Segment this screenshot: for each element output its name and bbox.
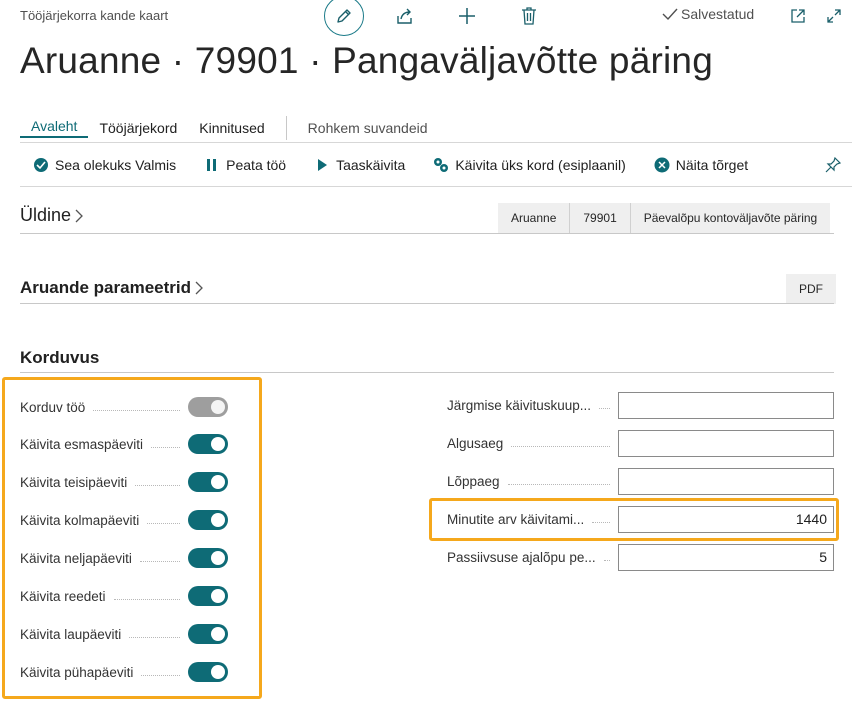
general-divider <box>20 233 834 234</box>
plus-icon <box>459 8 475 24</box>
open-new-window-button[interactable] <box>788 6 808 26</box>
action-bar: Sea olekuks Valmis Peata töö Taaskäivita… <box>32 156 775 174</box>
show-error-label: Näita tõrget <box>675 157 749 173</box>
checkmark-icon <box>662 8 678 21</box>
saved-status: Salvestatud <box>662 6 754 22</box>
run-once-label: Käivita üks kord (esiplaanil) <box>455 157 626 173</box>
recurrence-heading: Korduvus <box>20 348 100 367</box>
edit-button[interactable] <box>324 0 364 36</box>
run-once-action[interactable]: Käivita üks kord (esiplaanil) <box>432 156 626 174</box>
tab-divider-line <box>20 142 852 143</box>
tab-bar: Avaleht Tööjärjekord Kinnitused Rohkem s… <box>20 116 439 140</box>
run-once-icon <box>432 156 450 174</box>
expand-icon <box>827 9 841 23</box>
general-section-header[interactable]: Üldine <box>20 205 84 226</box>
error-icon <box>653 156 671 174</box>
inactivity-timeout-input[interactable]: 5 <box>618 544 834 571</box>
end-time-label: Lõppaeg <box>447 474 500 489</box>
next-run-date-row: Järgmise käivituskuup... <box>447 392 834 419</box>
recurrence-divider <box>20 372 834 373</box>
tab-more-options[interactable]: Rohkem suvandeid <box>297 120 439 136</box>
recurrence-section-header[interactable]: Korduvus <box>20 348 99 368</box>
summary-object-type: Aruanne <box>498 203 571 233</box>
next-run-date-label: Järgmise käivituskuup... <box>447 398 592 413</box>
general-summary: Aruanne 79901 Päevalõpu kontoväljavõte p… <box>498 203 831 233</box>
set-ready-action[interactable]: Sea olekuks Valmis <box>32 156 176 174</box>
minutes-field-highlight-box <box>429 498 839 541</box>
delete-button[interactable] <box>518 5 540 27</box>
breadcrumb: Tööjärjekorra kande kaart <box>20 8 169 23</box>
inactivity-timeout-label: Passiivsuse ajalõpu pe... <box>447 550 596 565</box>
restart-label: Taaskäivita <box>336 157 406 173</box>
saved-status-label: Salvestatud <box>681 6 755 22</box>
set-ready-icon <box>32 156 50 174</box>
action-divider-line <box>20 186 852 187</box>
summary-description: Päevalõpu kontoväljavõte päring <box>643 211 818 225</box>
trash-icon <box>522 7 536 25</box>
share-icon <box>397 8 412 24</box>
play-icon <box>313 156 331 174</box>
toggles-highlight-box <box>2 377 262 699</box>
report-params-summary: PDF <box>786 274 836 304</box>
end-time-input[interactable] <box>618 468 834 495</box>
inactivity-timeout-row: Passiivsuse ajalõpu pe... 5 <box>447 544 834 571</box>
leader-dots <box>599 408 610 409</box>
pause-label: Peata töö <box>226 157 287 173</box>
tab-divider <box>285 116 287 140</box>
pin-button[interactable] <box>823 155 843 175</box>
expand-button[interactable] <box>824 6 844 26</box>
summary-format: PDF <box>799 282 823 296</box>
start-time-input[interactable] <box>618 430 834 457</box>
end-time-row: Lõppaeg <box>447 468 834 495</box>
set-ready-label: Sea olekuks Valmis <box>55 157 177 173</box>
next-run-date-input[interactable] <box>618 392 834 419</box>
new-button[interactable] <box>456 5 478 27</box>
start-time-row: Algusaeg <box>447 430 834 457</box>
start-time-label: Algusaeg <box>447 436 504 451</box>
pause-action[interactable]: Peata töö <box>203 156 286 174</box>
page-title: Aruanne · 79901 · Pangaväljavõtte päring <box>20 40 713 81</box>
report-params-heading: Aruande parameetrid <box>20 278 191 297</box>
tab-toojarjekord[interactable]: Tööjärjekord <box>88 120 188 136</box>
pause-icon <box>203 156 221 174</box>
report-params-divider <box>20 303 834 304</box>
general-heading: Üldine <box>20 205 72 225</box>
pencil-icon <box>337 9 351 23</box>
restart-action[interactable]: Taaskäivita <box>313 156 405 174</box>
tab-kinnitused[interactable]: Kinnitused <box>188 120 275 136</box>
report-params-section-header[interactable]: Aruande parameetrid <box>20 278 204 298</box>
leader-dots <box>507 484 610 485</box>
pin-icon <box>825 157 841 173</box>
chevron-right-icon <box>195 281 203 295</box>
tab-avaleht[interactable]: Avaleht <box>20 118 89 138</box>
open-in-new-window-icon <box>791 9 805 23</box>
leader-dots <box>603 560 610 561</box>
show-error-action[interactable]: Näita tõrget <box>653 156 748 174</box>
share-button[interactable] <box>394 5 416 27</box>
chevron-right-icon <box>75 209 83 222</box>
summary-object-id: 79901 <box>570 203 631 233</box>
leader-dots <box>511 446 610 447</box>
